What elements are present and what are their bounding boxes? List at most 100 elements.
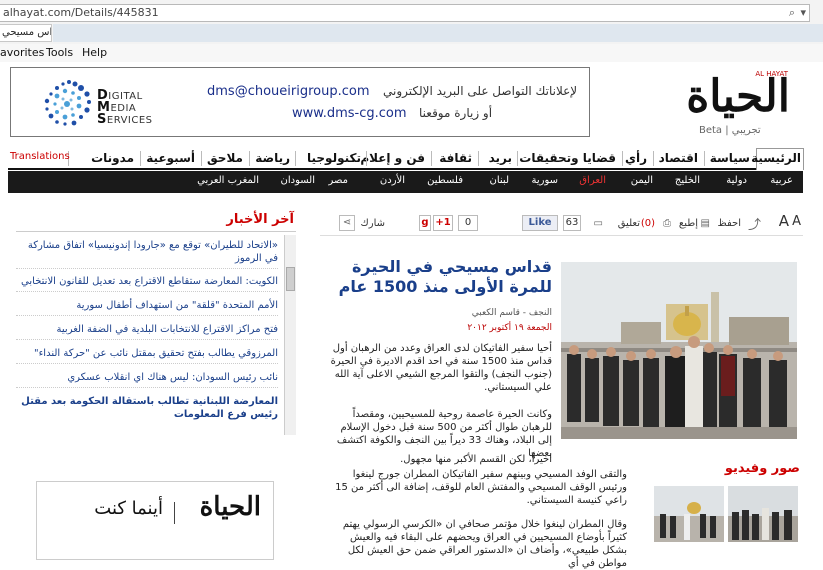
nav-translations[interactable]: Translations — [10, 151, 70, 162]
dms-wordmark: DIGITAL MEDIA SERVICES — [97, 89, 153, 127]
ad-email[interactable]: dms@choueirigroup.com — [207, 84, 370, 99]
share-button[interactable]: شارك — [361, 218, 386, 229]
subnav-sudan[interactable]: السودان — [281, 175, 316, 186]
nav-opinion[interactable]: رأي — [625, 151, 647, 165]
ad-website-label: أو زيارة موقعنا — [419, 106, 493, 120]
nav-home[interactable]: الرئيسية — [751, 151, 801, 165]
subnav-arab[interactable]: عربية — [770, 175, 793, 186]
menu-help[interactable]: Help — [82, 46, 107, 59]
print-button[interactable]: إطبع — [679, 218, 698, 229]
facebook-like-button[interactable]: Like — [522, 215, 558, 231]
media-thumbnail[interactable] — [654, 486, 724, 542]
nav-separator — [249, 151, 250, 166]
dms-line-1: IGITAL — [108, 91, 143, 102]
gplus-icon[interactable]: g — [419, 215, 431, 231]
latest-news-header: آخر الأخبار — [16, 210, 296, 232]
news-item[interactable]: المعارضة اللبنانية تطالب باستقالة الحكوم… — [16, 395, 278, 424]
article-paragraph-1: أحيا سفير الفاتيكان لدى العراق وعدد من ا… — [330, 343, 552, 393]
nav-art-media[interactable]: فن و إعلام — [360, 151, 425, 165]
sub-nav: عربية دولية الخليج اليمن العراق سورية لب… — [8, 171, 803, 193]
news-item[interactable]: نائب رئيس السودان: ليس هناك اي انقلاب عس… — [16, 371, 278, 388]
subnav-maghreb[interactable]: المغرب العربي — [197, 175, 259, 186]
like-count: 63 — [563, 215, 581, 231]
search-icon[interactable]: ⌕ — [789, 5, 795, 21]
subnav-yemen[interactable]: اليمن — [631, 175, 653, 186]
article-photo — [561, 262, 797, 439]
nav-separator — [295, 151, 296, 166]
subnav-jordan[interactable]: الأردن — [380, 175, 405, 186]
nav-issues[interactable]: قضايا وتحقيقات — [519, 151, 616, 165]
beta-label: Beta | تجريبي — [699, 125, 761, 136]
ad-email-label: لإعلاناتك التواصل على البريد الإلكتروني — [383, 84, 578, 98]
nav-sports[interactable]: رياضة — [255, 151, 290, 165]
news-scrollbar[interactable] — [284, 235, 296, 435]
save-icon[interactable]: ▤ — [701, 218, 710, 229]
subnav-egypt-label[interactable]: مصر — [328, 175, 348, 186]
save-button[interactable]: احفظ — [717, 218, 741, 229]
nav-technology[interactable]: تكنولوجيا — [307, 151, 361, 165]
nav-separator — [653, 151, 654, 166]
font-increase-button[interactable]: A — [779, 212, 789, 230]
media-thumbnail[interactable] — [728, 486, 798, 542]
nav-economy[interactable]: اقتصاد — [659, 151, 698, 165]
tab-strip — [53, 24, 823, 42]
nav-separator — [431, 151, 432, 166]
article-byline: النجف - قاسم الكعبي — [471, 308, 552, 318]
article-paragraph-3: اخيراً، لكن القسم الأكبر منها مجهول. — [400, 454, 552, 465]
dms-line-2: EDIA — [110, 103, 137, 114]
dms-line-3: ERVICES — [106, 115, 153, 126]
nav-culture[interactable]: ثقافة — [439, 151, 472, 165]
nav-separator — [201, 151, 202, 166]
subnav-lebanon[interactable]: لبنان — [490, 175, 509, 186]
dms-letter-s: S — [97, 112, 107, 127]
browser-tab[interactable]: قداس مسيحي× — [0, 24, 52, 42]
media-header: صور وفيديو — [640, 459, 800, 481]
subnav-international[interactable]: دولية — [726, 175, 747, 186]
media-title[interactable]: صور وفيديو — [725, 461, 800, 476]
share-icon[interactable]: ⋖ — [339, 215, 355, 231]
news-item[interactable]: المرزوقي يطالب بفتح تحقيق بمقتل نائب عن … — [16, 347, 278, 364]
subnav-gulf[interactable]: الخليج — [675, 175, 700, 186]
nav-weekly[interactable]: أسبوعية — [146, 151, 195, 165]
news-item[interactable]: فتح مراكز الاقتراع للانتخابات البلدية في… — [16, 323, 278, 340]
subnav-syria[interactable]: سورية — [531, 175, 558, 186]
dropdown-icon[interactable]: ▾ — [800, 5, 806, 21]
bookmark-icon[interactable]: ⤴ — [748, 214, 761, 233]
nav-separator — [704, 151, 705, 166]
promo-divider — [174, 502, 175, 524]
comment-icon[interactable]: ▭ — [594, 218, 603, 229]
alhayat-logo[interactable]: AL HAYAT الحياة Beta | تجريبي — [665, 70, 790, 140]
banner-ad[interactable]: DIGITAL MEDIA SERVICES dms@choueirigroup… — [10, 67, 590, 137]
ad-website[interactable]: www.dms-cg.com — [292, 106, 407, 121]
address-bar[interactable]: alhayat.com/Details/445831 ⌕ ▾ — [0, 4, 810, 22]
dms-globe-logo — [44, 80, 91, 126]
print-icon[interactable]: ⎙ — [663, 218, 671, 229]
promo-tagline: أينما كنت — [94, 498, 163, 519]
promo-logo: الحياة — [199, 492, 261, 522]
news-item[interactable]: الكويت: المعارضة ستقاطع الاقتراع بعد تعد… — [16, 275, 278, 292]
web-page: DIGITAL MEDIA SERVICES dms@choueirigroup… — [0, 62, 823, 569]
scrollbar-thumb[interactable] — [286, 267, 295, 291]
nav-separator — [366, 151, 367, 166]
alhayat-promo-ad[interactable]: الحياة أينما كنت — [36, 481, 274, 560]
news-item[interactable]: الأمم المتحدة "قلقة" من استهداف أطفال سو… — [16, 299, 278, 316]
nav-supplements[interactable]: ملاحق — [207, 151, 243, 165]
comment-count[interactable]: (0) — [641, 218, 655, 229]
nav-separator — [478, 151, 479, 166]
font-decrease-button[interactable]: A — [792, 214, 801, 229]
nav-separator — [517, 151, 518, 166]
nav-politics[interactable]: سياسة — [710, 151, 750, 165]
main-nav: الرئيسية سياسة اقتصاد رأي قضايا وتحقيقات… — [8, 148, 804, 170]
menu-favorites[interactable]: avorites — [0, 46, 44, 59]
nav-blogs[interactable]: مدونات — [91, 151, 134, 165]
comment-button[interactable]: تعليق — [618, 218, 640, 229]
nav-mail[interactable]: بريد — [489, 151, 512, 165]
gplus-button[interactable]: +1 — [433, 215, 453, 231]
news-item[interactable]: «الاتحاد للطيران» توقع مع «جارودا إندوني… — [16, 239, 278, 269]
latest-news-title: آخر الأخبار — [226, 212, 294, 227]
menu-tools[interactable]: Tools — [46, 46, 73, 59]
subnav-iraq[interactable]: العراق — [579, 175, 606, 186]
latest-news-list: «الاتحاد للطيران» توقع مع «جارودا إندوني… — [16, 235, 284, 435]
article-paragraph-5: وقال المطران لينغوا خلال مؤتمر صحافي ان … — [342, 519, 627, 569]
subnav-palestine[interactable]: فلسطين — [427, 175, 463, 186]
